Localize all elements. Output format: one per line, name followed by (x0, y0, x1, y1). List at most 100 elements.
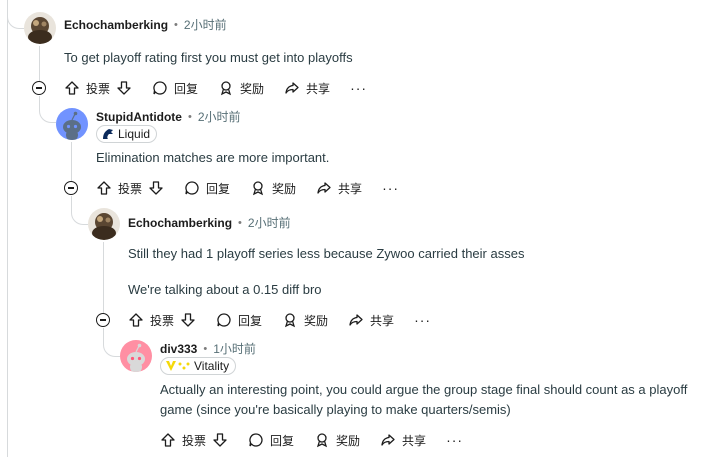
user-flair: Vitality (160, 357, 237, 375)
snoo-avatar-icon (56, 108, 88, 140)
flair-label: Liquid (118, 127, 151, 141)
avatar[interactable] (120, 340, 152, 372)
avatar[interactable] (88, 208, 120, 240)
separator-dot: • (174, 18, 178, 31)
share-button[interactable]: 共享 (284, 80, 330, 97)
vitality-bee-icon (166, 361, 190, 371)
avatar[interactable] (24, 12, 56, 44)
award-button[interactable]: 奖励 (250, 180, 296, 197)
comment-body: Elimination matches are more important. (96, 150, 330, 165)
arrow-down-icon[interactable] (148, 180, 164, 196)
collapse-thread-button[interactable] (64, 181, 78, 195)
reply-button[interactable]: 回复 (184, 180, 230, 197)
arrow-up-icon (161, 433, 175, 447)
thread-curve-1 (39, 96, 56, 123)
share-label: 共享 (402, 433, 427, 448)
timestamp[interactable]: 2小时前 (198, 108, 241, 125)
avatar[interactable] (56, 108, 88, 140)
more-options-button[interactable]: ··· (414, 312, 431, 328)
comment-body-paragraph: Still they had 1 playoff series less bec… (128, 246, 525, 261)
comment-actions: 投票 回复 奖励 共享 ··· (128, 309, 431, 331)
arrow-down-icon[interactable] (180, 312, 196, 328)
thread-line-root (7, 0, 8, 457)
share-label: 共享 (338, 181, 363, 196)
collapse-thread-button[interactable] (96, 313, 110, 327)
arrow-up-icon (97, 181, 111, 195)
award-icon (284, 313, 296, 328)
separator-dot: • (238, 216, 242, 229)
reply-button[interactable]: 回复 (248, 432, 294, 449)
award-icon (220, 81, 232, 96)
author-name[interactable]: StupidAntidote (96, 110, 182, 124)
upvote-button[interactable]: 投票 (160, 432, 228, 449)
comment-meta: div333 • 1小时前 (160, 340, 256, 357)
share-label: 共享 (370, 313, 395, 328)
more-options-button[interactable]: ··· (350, 80, 367, 96)
arrow-down-icon[interactable] (116, 80, 132, 96)
reply-label: 回复 (238, 313, 263, 328)
comment-actions: 投票 回复 奖励 共享 ··· (96, 177, 399, 199)
award-label: 奖励 (336, 433, 361, 448)
share-icon (381, 434, 395, 446)
award-icon (252, 181, 264, 196)
vote-label: 投票 (118, 181, 143, 196)
comment-icon (217, 313, 231, 327)
vote-label: 投票 (150, 313, 175, 328)
arrow-up-icon (129, 313, 143, 327)
comment-icon (185, 181, 199, 195)
award-button[interactable]: 奖励 (282, 312, 328, 329)
author-name[interactable]: Echochamberking (64, 18, 168, 32)
arrow-down-icon[interactable] (212, 432, 228, 448)
author-name[interactable]: div333 (160, 342, 197, 356)
share-icon (317, 182, 331, 194)
share-icon (285, 82, 299, 94)
snoo-avatar-icon (120, 340, 152, 372)
upvote-button[interactable]: 投票 (128, 312, 196, 329)
share-label: 共享 (306, 81, 331, 96)
thread-curve-2 (71, 196, 88, 225)
award-button[interactable]: 奖励 (218, 80, 264, 97)
comment-body-paragraph: We're talking about a 0.15 diff bro (128, 282, 322, 297)
timestamp[interactable]: 1小时前 (213, 340, 256, 357)
comment-icon (249, 433, 263, 447)
share-icon (349, 314, 363, 326)
comment-meta: StupidAntidote • 2小时前 (96, 108, 241, 125)
separator-dot: • (203, 342, 208, 355)
share-button[interactable]: 共享 (316, 180, 362, 197)
thread-curve-3 (103, 328, 120, 357)
liquid-horse-icon (103, 129, 113, 139)
echochamberking-avatar-icon (88, 208, 120, 240)
share-button[interactable]: 共享 (380, 432, 426, 449)
comment-actions: 投票 回复 奖励 共享 ··· (64, 77, 367, 99)
reply-label: 回复 (270, 433, 295, 448)
comment-body: To get playoff rating first you must get… (64, 50, 353, 65)
more-options-button[interactable]: ··· (446, 432, 463, 448)
award-label: 奖励 (272, 181, 297, 196)
award-label: 奖励 (240, 81, 265, 96)
user-flair: Liquid (96, 125, 158, 143)
comment-icon (153, 81, 167, 95)
reply-button[interactable]: 回复 (152, 80, 198, 97)
timestamp[interactable]: 2小时前 (248, 214, 291, 231)
upvote-button[interactable]: 投票 (96, 180, 164, 197)
author-name[interactable]: Echochamberking (128, 216, 232, 230)
reply-button[interactable]: 回复 (216, 312, 262, 329)
reply-label: 回复 (174, 81, 199, 96)
timestamp[interactable]: 2小时前 (184, 16, 227, 33)
comment-meta: Echochamberking • 2小时前 (128, 214, 291, 231)
reply-label: 回复 (206, 181, 231, 196)
thread-curve-root (7, 0, 24, 29)
share-button[interactable]: 共享 (348, 312, 394, 329)
more-options-button[interactable]: ··· (382, 180, 399, 196)
echochamberking-avatar-icon (24, 12, 56, 44)
collapse-thread-button[interactable] (32, 81, 46, 95)
arrow-up-icon (65, 81, 79, 95)
flair-label: Vitality (194, 359, 230, 373)
award-button[interactable]: 奖励 (314, 432, 360, 449)
separator-dot: • (187, 110, 192, 123)
comment-meta: Echochamberking • 2小时前 (64, 16, 227, 33)
comment-body: Actually an interesting point, you could… (160, 382, 688, 417)
comment-actions: 投票 回复 奖励 共享 ··· (160, 429, 463, 451)
upvote-button[interactable]: 投票 (64, 80, 132, 97)
vote-label: 投票 (182, 433, 207, 448)
